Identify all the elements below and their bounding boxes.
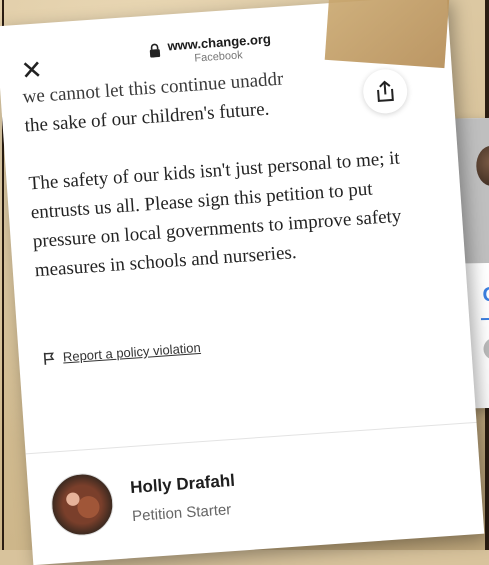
google-logo-fragment-icon: G: [482, 283, 489, 307]
starter-role: Petition Starter: [131, 500, 232, 525]
fragment-underline: [480, 317, 489, 321]
phone-screenshot-card: ✕ www.change.org Facebook we cannot let …: [0, 0, 485, 565]
report-violation-link[interactable]: Report a policy violation: [62, 340, 201, 365]
lock-icon: [149, 43, 161, 58]
fragment-avatar-small: [483, 337, 489, 361]
tape-strip: [324, 0, 450, 69]
flag-icon: [43, 351, 55, 365]
avatar[interactable]: [49, 471, 116, 538]
report-violation[interactable]: Report a policy violation: [42, 340, 201, 366]
starter-name[interactable]: Holly Drafahl: [130, 470, 236, 497]
petition-body: we cannot let this continue unaddr the s…: [22, 55, 435, 285]
browser-source: Facebook: [194, 49, 244, 65]
section-divider: [25, 421, 477, 455]
petition-paragraph-2: The safety of our kids isn't just person…: [28, 147, 403, 282]
close-icon[interactable]: ✕: [20, 54, 44, 85]
petition-starter[interactable]: Holly Drafahl Petition Starter: [49, 463, 238, 538]
